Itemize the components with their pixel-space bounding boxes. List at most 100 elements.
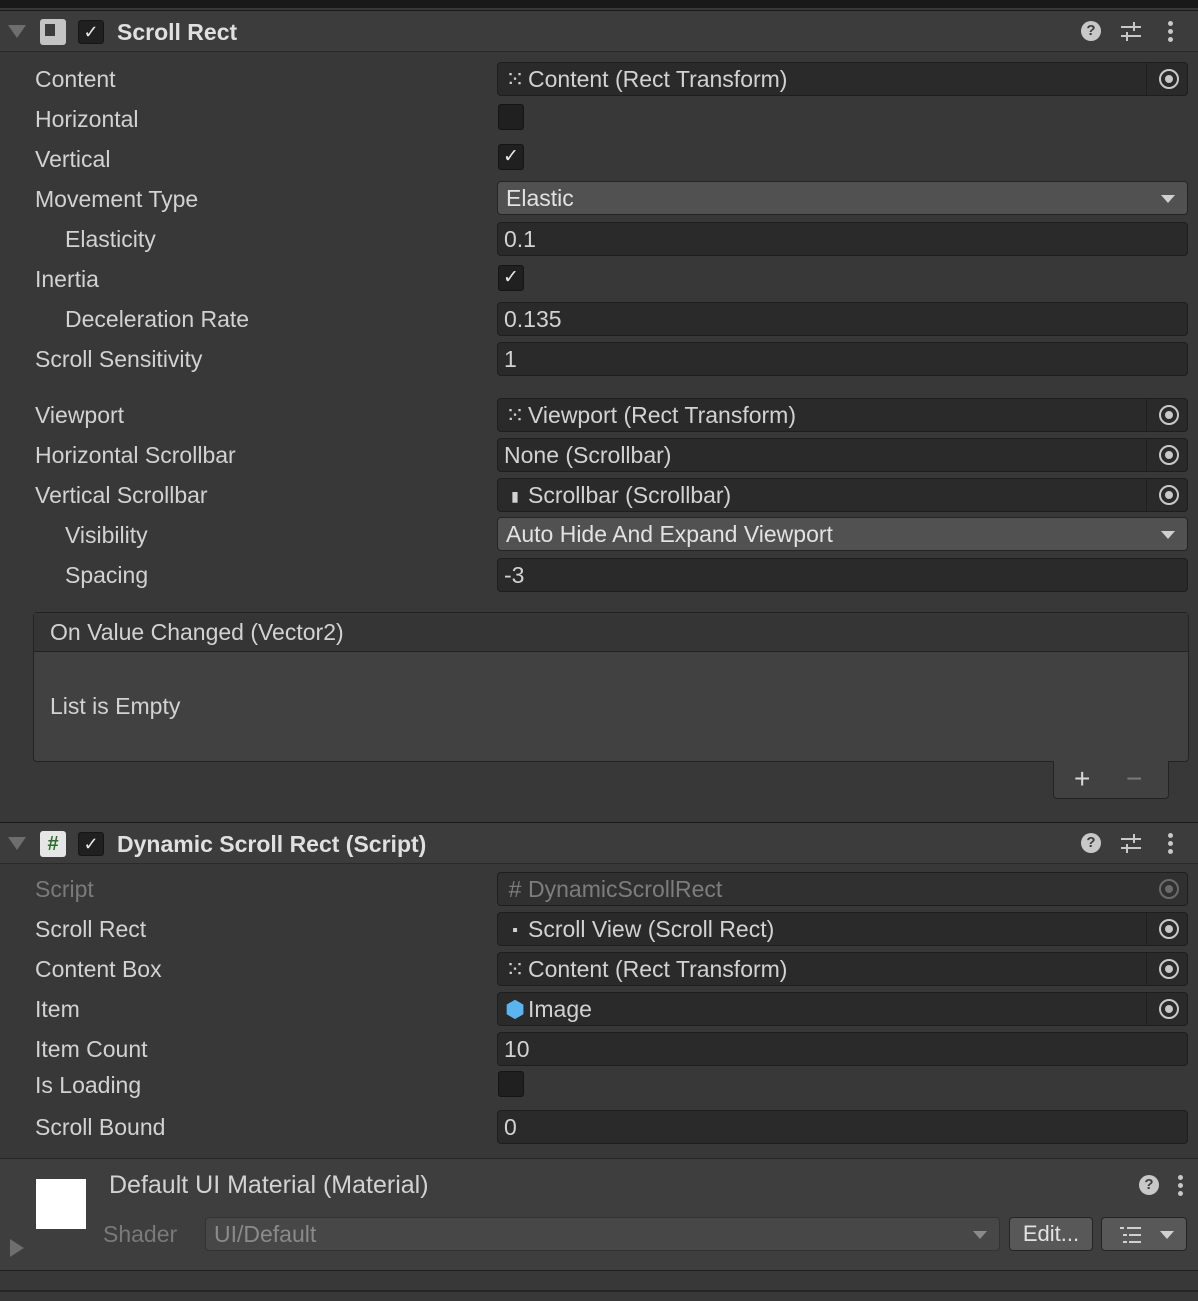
presets-icon[interactable] [1120,21,1142,43]
foldout-arrow-icon[interactable] [8,25,26,38]
scroll-rect-icon [40,19,66,45]
is-loading-checkbox[interactable] [498,1071,524,1097]
event-header: On Value Changed (Vector2) [34,613,1188,652]
inspector-bottom-border [0,1290,1198,1292]
foldout-right-arrow-icon[interactable] [10,1239,24,1257]
picker-separator [1146,993,1147,1025]
picker-separator [1146,63,1147,95]
vertical-scrollbar-value: Scrollbar (Scrollbar) [528,482,732,508]
visibility-label: Visibility [65,522,148,548]
spacing-label: Spacing [65,562,149,588]
inspector-top-border [0,0,1198,8]
spacing-field[interactable]: -3 [497,558,1188,592]
kebab-menu-icon[interactable] [1166,831,1174,857]
remove-listener-button[interactable]: − [1126,765,1142,793]
horizontal-checkbox[interactable] [498,104,524,130]
script-icon: # [508,876,522,902]
scroll-sensitivity-label: Scroll Sensitivity [35,346,203,372]
visibility-dropdown[interactable]: Auto Hide And Expand Viewport [497,517,1188,551]
list-icon [1120,1226,1142,1244]
scroll-rect-header[interactable]: ✓ Scroll Rect ? [0,10,1198,52]
viewport-object-field[interactable]: ⁙ Viewport (Rect Transform) [497,398,1188,432]
is-loading-label: Is Loading [35,1072,142,1098]
object-picker-icon[interactable] [1159,999,1179,1019]
vertical-checkbox[interactable]: ✓ [498,144,524,170]
shader-value: UI/Default [214,1221,317,1247]
rect-transform-icon: ⁙ [505,956,525,982]
picker-separator [1146,399,1147,431]
event-footer: + − [1053,761,1169,799]
object-picker-icon[interactable] [1159,69,1179,89]
item-object-field[interactable]: ⬢ Image [497,992,1188,1026]
object-picker-icon[interactable] [1159,919,1179,939]
object-picker-icon[interactable] [1159,405,1179,425]
dropdown-arrow-icon [973,1231,987,1239]
material-preview[interactable] [36,1179,86,1229]
scroll-sensitivity-field[interactable]: 1 [497,342,1188,376]
movement-type-label: Movement Type [35,186,199,212]
dropdown-arrow-icon [1160,1231,1174,1239]
scroll-rect-value: Scroll View (Scroll Rect) [528,916,775,942]
kebab-menu-icon[interactable] [1166,19,1174,45]
horizontal-scrollbar-label: Horizontal Scrollbar [35,442,236,468]
picker-separator [1146,439,1147,471]
rect-transform-icon: ⁙ [505,66,525,92]
shader-options-dropdown[interactable] [1101,1217,1187,1251]
dynamic-scroll-rect-enabled-toggle[interactable]: ✓ [78,832,104,856]
scroll-rect-enabled-toggle[interactable]: ✓ [78,20,104,44]
shader-label: Shader [103,1221,178,1247]
prefab-cube-icon: ⬢ [504,996,526,1022]
inspector-bottom [0,1270,1198,1301]
help-icon[interactable]: ? [1081,833,1101,853]
item-value: Image [528,996,592,1022]
vertical-scrollbar-field[interactable]: ▮ Scrollbar (Scrollbar) [497,478,1188,512]
add-listener-button[interactable]: + [1074,765,1090,793]
dropdown-arrow-icon [1161,195,1175,203]
content-object-field[interactable]: ⁙ Content (Rect Transform) [497,62,1188,96]
foldout-arrow-icon[interactable] [8,837,26,850]
horizontal-label: Horizontal [35,106,139,132]
help-icon[interactable]: ? [1139,1175,1159,1195]
horizontal-scrollbar-field[interactable]: None (Scrollbar) [497,438,1188,472]
shader-dropdown[interactable]: UI/Default [205,1217,1000,1251]
scroll-bound-label: Scroll Bound [35,1114,166,1140]
deceleration-rate-field[interactable]: 0.135 [497,302,1188,336]
material-title: Default UI Material (Material) [109,1171,429,1199]
object-picker-icon [1159,879,1179,899]
item-count-field[interactable]: 10 [497,1032,1188,1066]
scroll-bound-field[interactable]: 0 [497,1110,1188,1144]
item-count-label: Item Count [35,1036,148,1062]
movement-type-value: Elastic [506,185,574,211]
content-value: Content (Rect Transform) [528,66,788,92]
object-picker-icon[interactable] [1159,959,1179,979]
horizontal-scrollbar-value: None (Scrollbar) [504,442,672,468]
dynamic-scroll-rect-header[interactable]: # ✓ Dynamic Scroll Rect (Script) ? [0,822,1198,864]
scroll-rect-icon: ▪ [512,922,518,939]
dynamic-scroll-rect-title: Dynamic Scroll Rect (Script) [117,831,427,857]
event-empty-text: List is Empty [50,693,181,719]
content-box-value: Content (Rect Transform) [528,956,788,982]
movement-type-dropdown[interactable]: Elastic [497,181,1188,215]
presets-icon[interactable] [1120,833,1142,855]
viewport-value: Viewport (Rect Transform) [528,402,796,428]
inertia-checkbox[interactable]: ✓ [498,265,524,291]
kebab-menu-icon[interactable] [1176,1173,1184,1199]
content-label: Content [35,66,116,92]
scroll-rect-object-field[interactable]: ▪ Scroll View (Scroll Rect) [497,912,1188,946]
visibility-value: Auto Hide And Expand Viewport [506,521,833,547]
object-picker-icon[interactable] [1159,485,1179,505]
script-label: Script [35,876,94,902]
elasticity-label: Elasticity [65,226,156,252]
item-label: Item [35,996,80,1022]
picker-separator [1146,913,1147,945]
elasticity-field[interactable]: 0.1 [497,222,1188,256]
help-icon[interactable]: ? [1081,21,1101,41]
rect-transform-icon: ⁙ [505,402,525,428]
object-picker-icon[interactable] [1159,445,1179,465]
edit-shader-button[interactable]: Edit... [1009,1217,1093,1251]
on-value-changed-event: On Value Changed (Vector2) List is Empty [33,612,1189,762]
deceleration-rate-label: Deceleration Rate [65,306,250,332]
vertical-label: Vertical [35,146,111,172]
picker-separator [1146,479,1147,511]
content-box-object-field[interactable]: ⁙ Content (Rect Transform) [497,952,1188,986]
